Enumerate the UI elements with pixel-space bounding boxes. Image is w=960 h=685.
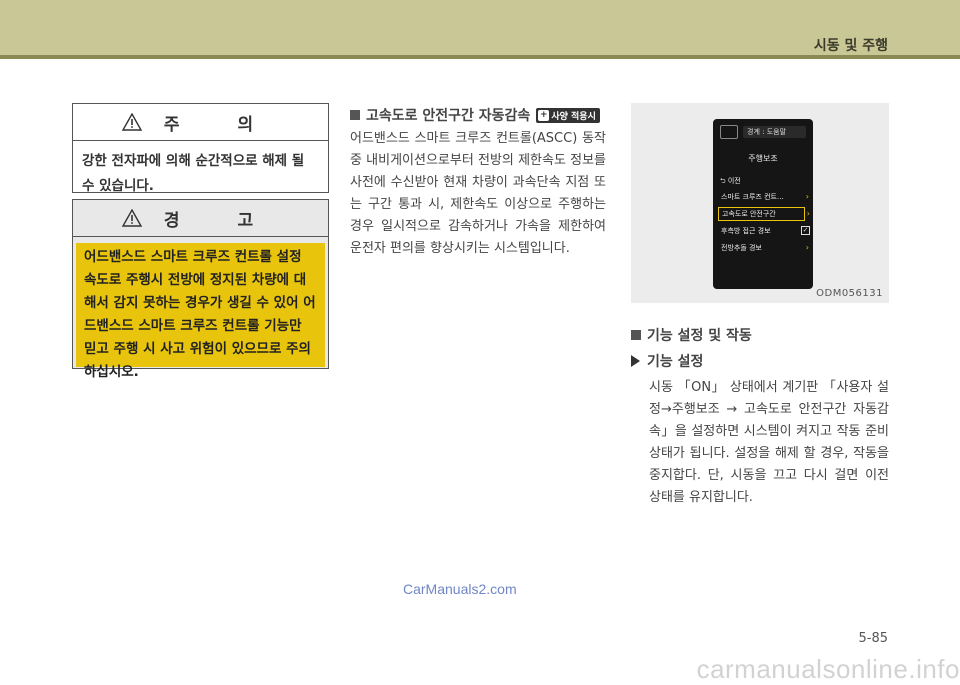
subheading-function-setting-text: 기능 설정 [647, 354, 704, 370]
option-badge: + 사양 적용시 [536, 107, 600, 123]
warning-header: 경 고 [73, 200, 328, 237]
subheading-function-setting: 기능 설정 [631, 351, 703, 371]
screen-back-item: ⮌ 이전 [720, 177, 741, 185]
screen-menu-item-label: 고속도로 안전구간 [722, 210, 776, 218]
square-bullet-icon [350, 110, 360, 120]
auto-decel-description: 어드밴스드 스마트 크루즈 컨트롤(ASCC) 동작 중 내비게이션으로부터 전… [350, 131, 606, 256]
warning-text: 어드밴스드 스마트 크루즈 컨트롤 설정 속도로 주행시 전방에 정지된 차량에… [76, 243, 325, 380]
cluster-screen: 경계 : 도움말 주행보조 ⮌ 이전 스마트 크루즈 컨트... › 고속도로 … [713, 119, 813, 289]
heading-function-setup: 기능 설정 및 작동 [631, 325, 752, 345]
watermark-footer: carmanualsonline.info [696, 654, 960, 684]
section-title: 시동 및 주행 [813, 38, 888, 54]
square-bullet-icon [631, 330, 641, 340]
screen-menu-item: 전방추돌 경보 › [718, 242, 809, 254]
screen-menu-item-label: 후측방 접근 경보 [721, 227, 771, 235]
warning-box: 경 고 어드밴스드 스마트 크루즈 컨트롤 설정 속도로 주행시 전방에 정지된… [72, 199, 329, 380]
option-icon: + [538, 109, 550, 121]
caution-box: 주 의 강한 전자파에 의해 순간적으로 해제 될 수 있습니다. [72, 103, 329, 194]
option-badge-text: 사양 적용시 [551, 111, 596, 122]
header-rule [0, 55, 960, 59]
warning-title: 경 고 [163, 210, 280, 231]
figure-code: ODM056131 [816, 288, 883, 299]
screen-menu-item-label: 전방추돌 경보 [721, 244, 762, 252]
function-setting-description: 시동 「ON」 상태에서 계기판 「사용자 설정→주행보조 → 고속도로 안전구… [649, 380, 889, 505]
warning-triangle-icon [121, 209, 142, 227]
heading-auto-decel-text: 고속도로 안전구간 자동감속 [366, 108, 531, 124]
screen-nav-text: 경계 : 도움말 [743, 126, 806, 138]
triangle-bullet-icon [631, 355, 640, 367]
page-number: 5-85 [858, 631, 888, 646]
caution-header: 주 의 [73, 104, 328, 141]
heading-auto-decel: 고속도로 안전구간 자동감속 + 사양 적용시 [350, 105, 600, 125]
screen-menu-item: 후측방 접근 경보 ✓ [718, 225, 810, 237]
checkbox-icon: ✓ [801, 226, 810, 235]
chevron-right-icon: › [806, 209, 810, 218]
chevron-right-icon: › [805, 192, 809, 201]
screen-menu-item: 스마트 크루즈 컨트... › [718, 191, 809, 203]
screen-title: 주행보조 [748, 154, 778, 163]
screen-top-bar: 경계 : 도움말 [720, 125, 806, 139]
cluster-figure: 경계 : 도움말 주행보조 ⮌ 이전 스마트 크루즈 컨트... › 고속도로 … [631, 103, 889, 303]
screen-mode-icon [720, 125, 738, 139]
watermark-link[interactable]: CarManuals2.com [403, 581, 517, 597]
heading-function-setup-text: 기능 설정 및 작동 [647, 328, 752, 344]
screen-menu-item-label: 스마트 크루즈 컨트... [721, 193, 784, 201]
chevron-right-icon: › [805, 243, 809, 252]
caution-text: 강한 전자파에 의해 순간적으로 해제 될 수 있습니다. [82, 153, 305, 194]
screen-menu-item-selected: 고속도로 안전구간 › [718, 207, 810, 221]
caution-title: 주 의 [163, 114, 280, 135]
warning-triangle-icon [121, 113, 142, 131]
